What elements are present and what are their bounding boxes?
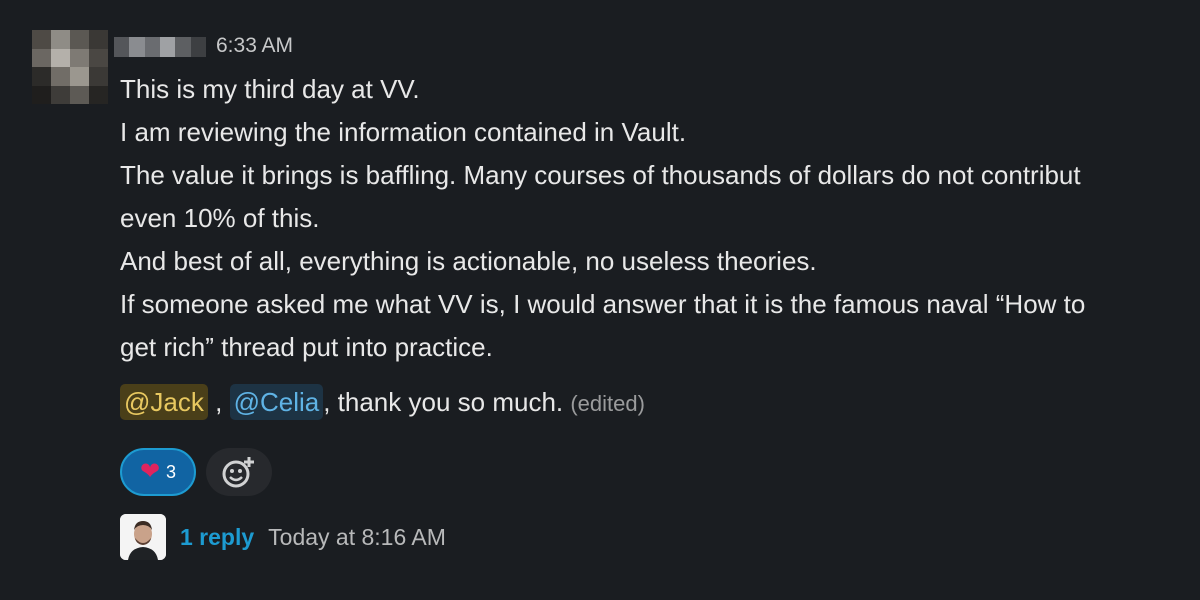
message-timestamp[interactable]: 6:33 AM: [216, 34, 293, 58]
reactions-bar: ❤ 3: [120, 448, 272, 496]
message-line: get rich” thread put into practice.: [120, 332, 493, 362]
author-name-blurred[interactable]: [114, 37, 206, 57]
reply-count-link[interactable]: 1 reply: [180, 524, 254, 551]
mention-separator: ,: [215, 387, 223, 417]
author-avatar[interactable]: [32, 30, 108, 104]
reply-avatar[interactable]: [120, 514, 166, 560]
thread-summary[interactable]: 1 reply Today at 8:16 AM: [120, 514, 446, 560]
message-line: And best of all, everything is actionabl…: [120, 246, 817, 276]
message-line: If someone asked me what VV is, I would …: [120, 289, 1086, 319]
message-line: even 10% of this.: [120, 203, 320, 233]
message-line: The value it brings is baffling. Many co…: [120, 160, 1081, 190]
heart-reaction-button[interactable]: ❤ 3: [120, 448, 196, 496]
message-line: This is my third day at VV.: [120, 74, 420, 104]
add-reaction-button[interactable]: [206, 448, 272, 496]
message-line: I am reviewing the information contained…: [120, 117, 687, 147]
mentions-line: @Jack , @Celia, thank you so much. (edit…: [120, 381, 1200, 425]
reaction-count: 3: [166, 461, 177, 482]
message-body: This is my third day at VV. I am reviewi…: [120, 68, 1200, 425]
mention-celia[interactable]: @Celia: [229, 384, 324, 420]
edited-label: (edited): [570, 391, 645, 416]
mention-jack[interactable]: @Jack: [120, 384, 208, 420]
last-reply-time: Today at 8:16 AM: [268, 523, 446, 550]
closing-text: , thank you so much.: [323, 387, 564, 417]
heart-icon: ❤: [139, 458, 161, 485]
add-reaction-icon: [222, 457, 254, 488]
